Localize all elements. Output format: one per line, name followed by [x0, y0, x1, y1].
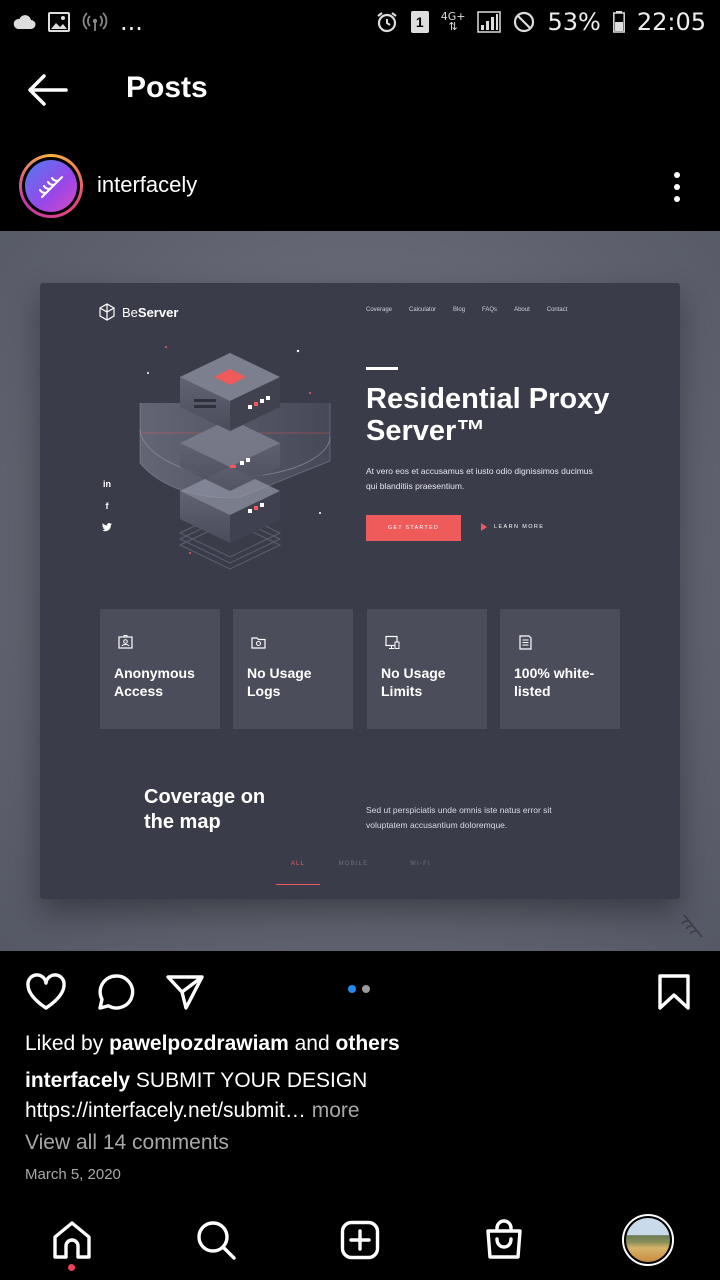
liked-by-prefix: Liked by: [25, 1032, 110, 1055]
profile-photo: [626, 1218, 670, 1262]
view-comments-link[interactable]: View all 14 comments: [25, 1131, 229, 1155]
profile-avatar[interactable]: [622, 1214, 674, 1266]
clock: 22:05: [636, 8, 706, 36]
feature-card-no-limits: No Usage Limits: [367, 609, 487, 729]
battery-icon: [612, 11, 625, 33]
learn-more-link: LEARN MORE: [481, 523, 544, 531]
feature-label: No Usage Limits: [381, 665, 446, 699]
coverage-tab-wifi: WI-FI: [410, 861, 431, 867]
liked-by-middle: and: [288, 1032, 336, 1055]
cloud-icon: [12, 14, 36, 30]
likes-summary[interactable]: Liked by pawelpozdrawiam and others: [25, 1032, 400, 1056]
caption-more-link[interactable]: more: [306, 1099, 360, 1122]
alarm-icon: [375, 10, 399, 34]
bottom-navigation: [0, 1200, 720, 1280]
watermark-laurel-icon: [681, 914, 703, 938]
page-title: Posts: [126, 71, 208, 104]
more-options-icon[interactable]: [662, 170, 692, 204]
liked-by-user[interactable]: pawelpozdrawiam: [109, 1032, 289, 1055]
search-icon[interactable]: [190, 1214, 242, 1266]
logo-light-text: Be: [122, 304, 138, 320]
post-header: interfacely: [0, 140, 720, 232]
coverage-tabs: ALL MOBILE WI-FI: [276, 861, 454, 885]
avatar[interactable]: [19, 154, 83, 218]
feature-label: Anonymous Access: [114, 665, 195, 699]
comment-icon[interactable]: [94, 970, 138, 1014]
feature-card-no-logs: No Usage Logs: [233, 609, 353, 729]
nav-item: Contact: [546, 307, 568, 313]
sim-slot-icon: 1: [410, 11, 429, 33]
back-arrow-icon[interactable]: [26, 72, 70, 108]
nav-item: Calculator: [409, 307, 437, 313]
learn-more-label: LEARN MORE: [494, 524, 545, 530]
like-heart-icon[interactable]: [24, 970, 68, 1014]
carousel-dot: [362, 985, 370, 993]
feature-card-anonymous: Anonymous Access: [100, 609, 220, 729]
website-mockup: BeServer Coverage Calculator Blog FAQs A…: [40, 283, 680, 899]
liked-by-others[interactable]: others: [336, 1032, 400, 1055]
save-bookmark-icon[interactable]: [652, 970, 696, 1014]
network-type: 4G+ ⇅: [440, 10, 466, 33]
feature-card-whitelisted: 100% white-listed: [500, 609, 620, 729]
home-icon[interactable]: [46, 1214, 98, 1266]
play-icon: [481, 523, 487, 531]
post-image[interactable]: BeServer Coverage Calculator Blog FAQs A…: [0, 231, 720, 951]
coverage-title: Coverage on the map: [144, 786, 266, 833]
list-icon: [519, 635, 532, 650]
twitter-icon: [102, 523, 112, 534]
post-caption: interfacely SUBMIT YOUR DESIGN https://i…: [25, 1066, 685, 1126]
do-not-disturb-icon: [513, 11, 535, 33]
monitor-icon: [385, 635, 400, 649]
hero-accent-line: [366, 367, 398, 370]
nav-item: Blog: [453, 307, 466, 313]
shop-icon[interactable]: [478, 1214, 530, 1266]
folder-icon: [251, 637, 266, 649]
nav-item: Coverage: [366, 307, 393, 313]
feature-label: No Usage Logs: [247, 665, 312, 699]
id-card-icon: [118, 635, 133, 649]
image-icon: [48, 12, 70, 32]
carousel-indicator: [348, 985, 370, 993]
share-send-icon[interactable]: [163, 970, 207, 1014]
linkedin-icon: in: [103, 479, 111, 489]
signal-icon: [477, 11, 502, 33]
status-bar: ... 1 4G+ ⇅ 53% 22:05: [0, 0, 720, 44]
app-header: Posts: [0, 44, 720, 136]
hero-description: At vero eos et accusamus et iusto odio d…: [366, 466, 593, 491]
overflow-indicator: ...: [120, 8, 143, 36]
post-date: March 5, 2020: [25, 1166, 121, 1183]
mockup-nav: Coverage Calculator Blog FAQs About Cont…: [366, 307, 567, 313]
caption-link[interactable]: https://interfacely.net/submit…: [25, 1099, 306, 1122]
post-username[interactable]: interfacely: [97, 172, 197, 198]
battery-percent: 53%: [547, 8, 601, 36]
cube-icon: [99, 303, 115, 321]
notification-dot: [68, 1264, 75, 1271]
server-illustration: [139, 346, 331, 570]
facebook-icon: f: [105, 501, 109, 511]
nav-item: FAQs: [482, 307, 498, 313]
get-started-button: GET STARTED: [366, 515, 461, 541]
logo-bold-text: Server: [137, 304, 179, 320]
carousel-dot-active: [348, 985, 356, 993]
hero-title: Residential Proxy Server™: [366, 383, 610, 447]
feature-label: 100% white-listed: [514, 665, 595, 699]
coverage-description: Sed ut perspiciatis unde omnis iste natu…: [366, 805, 552, 830]
wifi-hotspot-icon: [82, 12, 108, 32]
beserver-logo: BeServer: [98, 303, 178, 321]
coverage-tab-mobile: MOBILE: [338, 861, 369, 867]
new-post-icon[interactable]: [334, 1214, 386, 1266]
laurel-logo-icon: [25, 160, 77, 212]
caption-text: SUBMIT YOUR DESIGN: [130, 1069, 368, 1092]
caption-username[interactable]: interfacely: [25, 1069, 130, 1092]
coverage-tab-all: ALL: [276, 861, 320, 885]
social-links: in f: [102, 479, 112, 534]
nav-item: About: [514, 307, 530, 313]
